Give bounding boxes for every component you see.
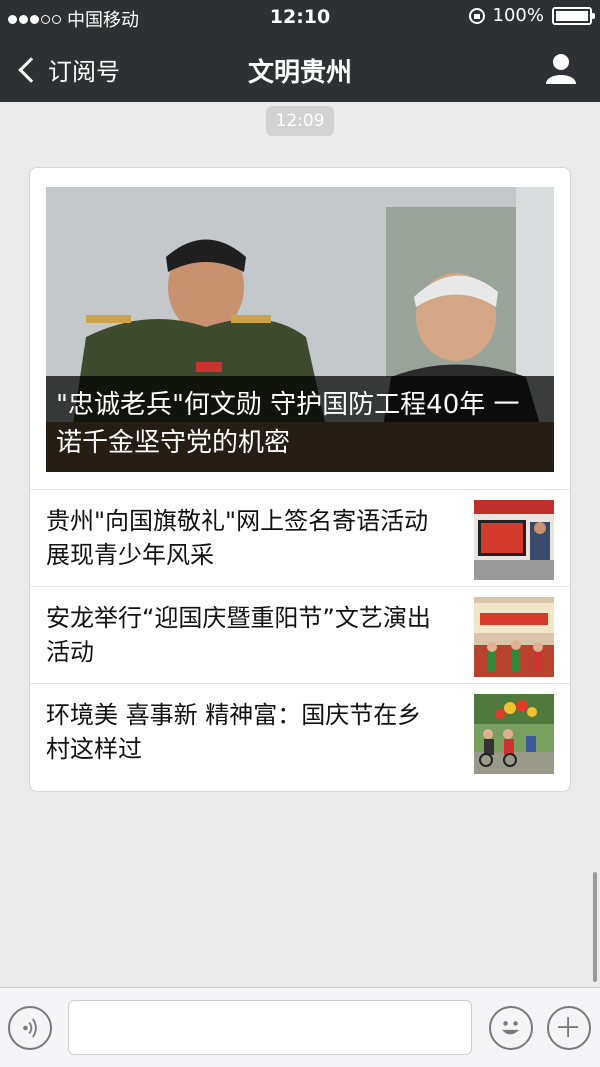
rotation-lock-icon <box>468 7 485 24</box>
input-bar <box>0 987 600 1067</box>
article-card[interactable]: "忠诚老兵"何文勋 守护国防工程40年 一诺千金坚守党的机密 贵州"向国旗敬礼"… <box>29 167 571 792</box>
nav-bar: 订阅号 文明贵州 <box>0 34 600 102</box>
voice-input-icon[interactable] <box>8 1006 52 1050</box>
message-input[interactable] <box>68 1000 472 1055</box>
page-title: 文明贵州 <box>247 58 352 88</box>
battery-percent: 100% <box>492 5 544 26</box>
list-item-thumbnail <box>474 500 554 580</box>
add-icon[interactable] <box>547 1006 591 1050</box>
list-item-thumbnail <box>474 597 554 677</box>
list-item[interactable]: 贵州"向国旗敬礼"网上签名寄语活动 展现青少年风采 <box>30 489 570 585</box>
message-timestamp: 12:09 <box>266 106 334 136</box>
emoji-icon[interactable] <box>489 1006 533 1050</box>
list-item-title: 贵州"向国旗敬礼"网上签名寄语活动 展现青少年风采 <box>46 507 429 569</box>
status-right: 100% <box>468 5 595 26</box>
hero-article[interactable]: "忠诚老兵"何文勋 守护国防工程40年 一诺千金坚守党的机密 <box>46 187 554 472</box>
battery-icon <box>552 6 595 25</box>
profile-icon[interactable] <box>544 52 578 84</box>
list-item-thumbnail <box>474 694 554 774</box>
list-item[interactable]: 环境美 喜事新 精神富：国庆节在乡村这样过 <box>30 683 570 779</box>
hero-headline: "忠诚老兵"何文勋 守护国防工程40年 一诺千金坚守党的机密 <box>46 376 554 472</box>
list-item[interactable]: 安龙举行“迎国庆暨重阳节”文艺演出活动 <box>30 586 570 682</box>
list-item-title: 环境美 喜事新 精神富：国庆节在乡村这样过 <box>46 701 422 763</box>
list-item-title: 安龙举行“迎国庆暨重阳节”文艺演出活动 <box>46 604 431 666</box>
scroll-indicator[interactable] <box>593 872 597 982</box>
status-bar: 中国移动 12:10 100% <box>0 0 600 34</box>
